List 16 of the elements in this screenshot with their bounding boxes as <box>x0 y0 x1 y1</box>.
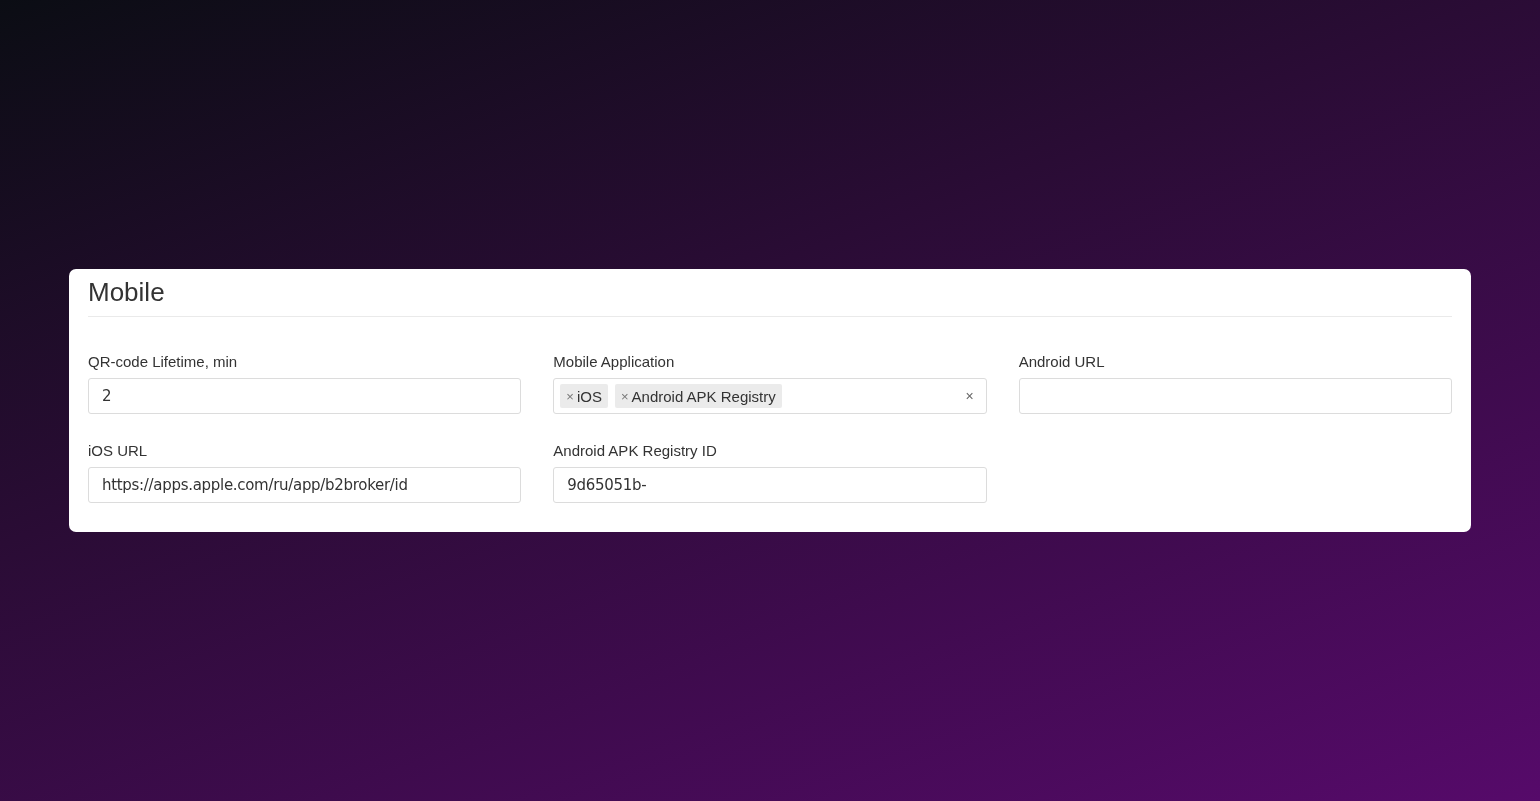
input-field[interactable]: 9d65051b- <box>553 467 987 503</box>
field-label: Mobile Application <box>553 353 676 371</box>
multi-select-field[interactable]: × iOS × Android APK Registry × <box>553 378 987 414</box>
remove-tag-button[interactable]: × <box>620 389 629 403</box>
field-label: Android APK Registry ID <box>553 442 718 460</box>
field-label: Android URL <box>1018 353 1106 371</box>
field-label: iOS URL <box>88 442 149 460</box>
input-field[interactable] <box>1018 378 1452 414</box>
input-field[interactable]: https://apps.apple.com/ru/app/b2broker/id <box>88 467 522 503</box>
clear-button[interactable]: × <box>965 389 974 403</box>
field-label: QR-code Lifetime, min <box>88 353 239 371</box>
tag-label: Android APK Registry <box>631 388 776 404</box>
tag-label: iOS <box>576 388 602 404</box>
card-title: Mobile <box>88 277 1452 317</box>
input-field[interactable]: 2 <box>88 378 522 414</box>
remove-tag-button[interactable]: × <box>566 389 574 403</box>
